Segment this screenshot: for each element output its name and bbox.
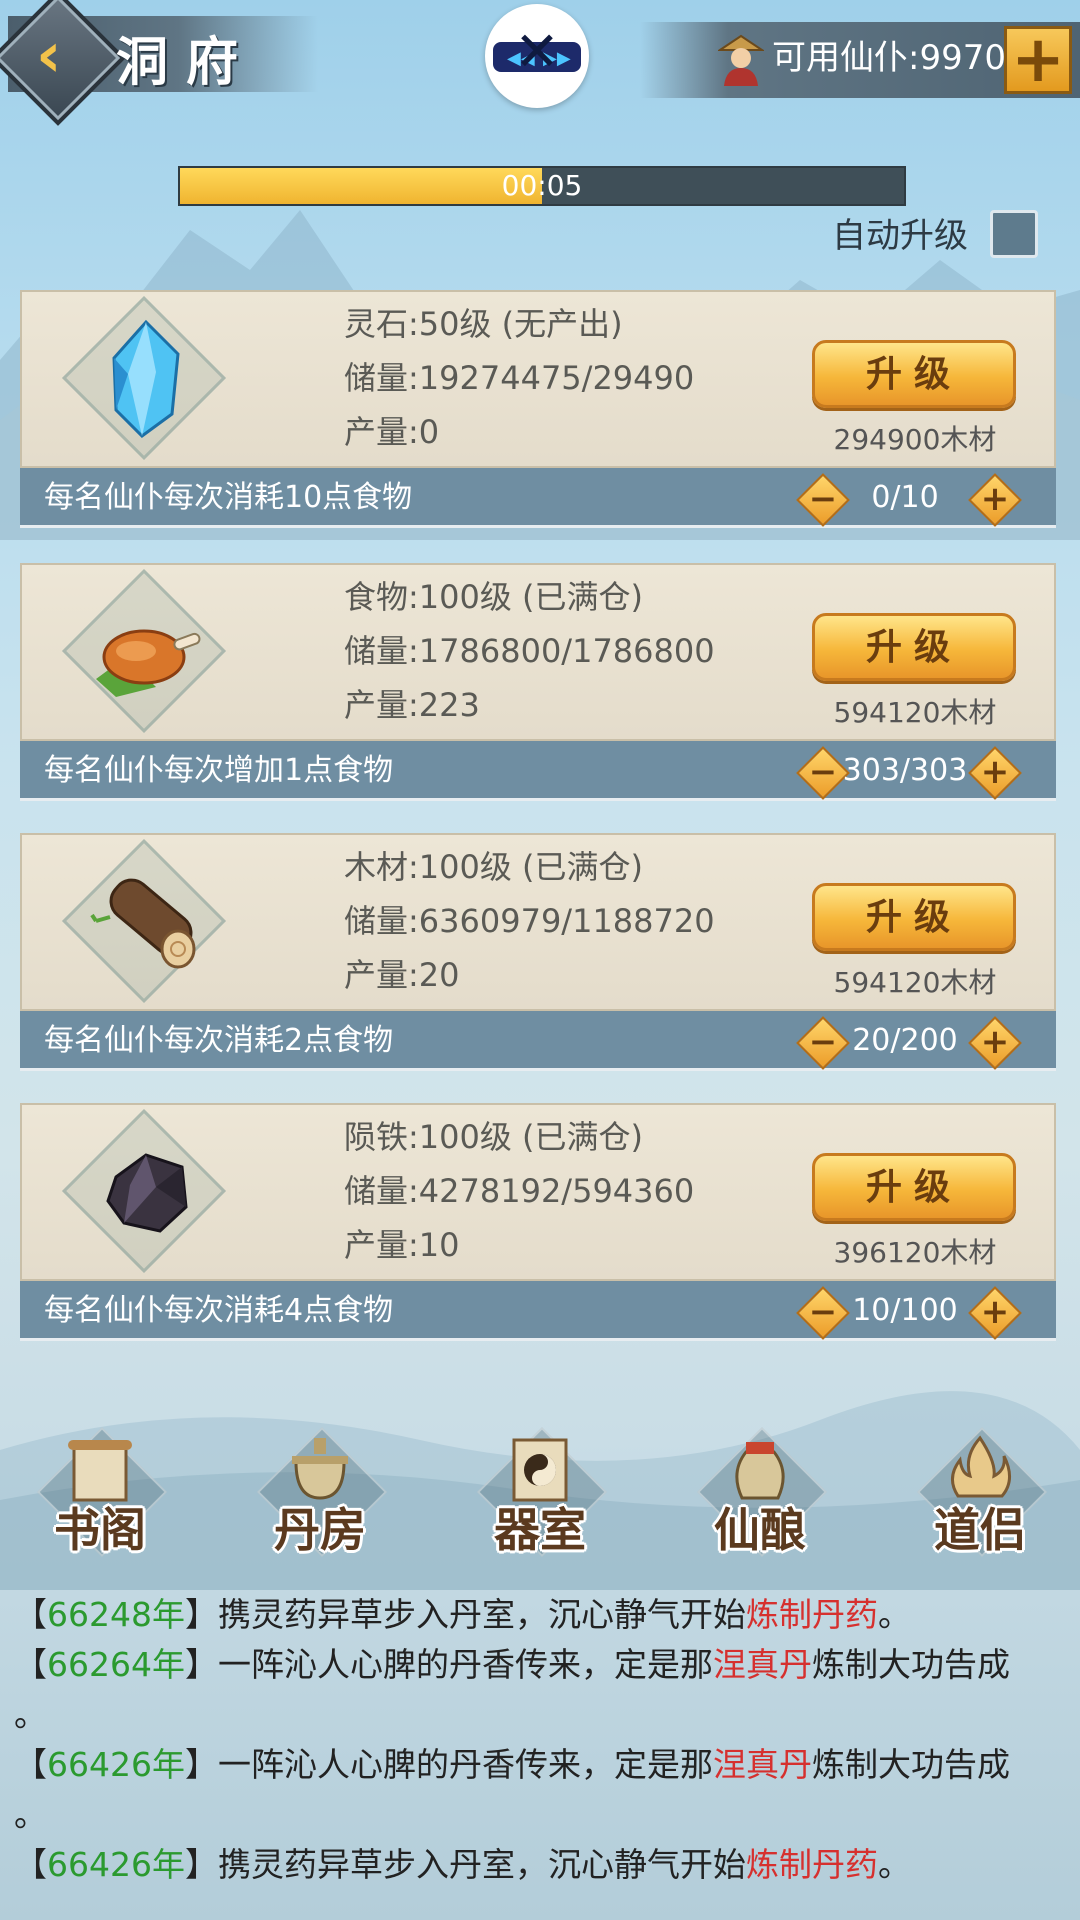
servant-count: 303/303 (842, 753, 968, 788)
log-year: 66426年 (47, 1745, 185, 1784)
log-highlight: 炼制丹药 (745, 1595, 878, 1634)
card-body: 灵石:50级 (无产出) 储量:19274475/29490 产量:0 升级 2… (20, 290, 1056, 468)
allocation-description: 每名仙仆每次消耗2点食物 (44, 1023, 394, 1058)
resource-name-level: 陨铁:100级 (已满仓) (344, 1118, 644, 1156)
upgrade-cost: 294900木材 (833, 423, 997, 456)
servant-allocation-bar: 每名仙仆每次消耗10点食物 − 0/10 + (20, 468, 1056, 528)
building-dao-companion[interactable]: 道侣 (910, 1426, 1050, 1562)
plus-icon: + (980, 752, 1010, 792)
increase-button[interactable]: + (968, 1016, 1022, 1070)
servant-avatar-icon (718, 34, 764, 86)
resource-storage: 储量:4278192/594360 (344, 1172, 695, 1210)
upgrade-cost: 594120木材 (833, 696, 997, 729)
servant-allocation-bar: 每名仙仆每次增加1点食物 − 303/303 + (20, 741, 1056, 801)
minus-icon: − (808, 479, 838, 519)
meteor-iron-icon (106, 1153, 188, 1233)
log-year: 66426年 (47, 1845, 185, 1884)
cross-swords-icon: ✕ (514, 20, 560, 83)
building-library[interactable]: 书阁 (30, 1426, 170, 1562)
auto-upgrade-label: 自动升级 (832, 216, 968, 256)
resource-card-meteor-iron: 陨铁:100级 (已满仓) 储量:4278192/594360 产量:10 升级… (20, 1103, 1056, 1343)
roast-meat-icon (96, 629, 201, 697)
log-entry: 【66426年】一阵沁人心脾的丹香传来，定是那涅真丹炼制大功告成 (14, 1745, 1010, 1784)
building-name: 器室 (494, 1503, 586, 1557)
servant-allocation-bar: 每名仙仆每次消耗4点食物 − 10/100 + (20, 1281, 1056, 1341)
building-name: 丹房 (274, 1503, 366, 1557)
allocation-description: 每名仙仆每次增加1点食物 (44, 753, 394, 788)
resource-storage: 储量:19274475/29490 (344, 359, 695, 397)
plus-icon: + (980, 1292, 1010, 1332)
card-body: 木材:100级 (已满仓) 储量:6360979/1188720 产量:20 升… (20, 833, 1056, 1011)
log-highlight: 涅真丹 (712, 1745, 812, 1784)
top-bar: ‹ 洞府 ◀◀ ▶▶ ✕ 可用仙仆:9970 + (0, 0, 1080, 126)
servant-allocation-bar: 每名仙仆每次消耗2点食物 − 20/200 + (20, 1011, 1056, 1071)
resource-name-level: 木材:100级 (已满仓) (344, 848, 644, 886)
resource-output: 产量:0 (344, 413, 440, 451)
resource-storage: 储量:6360979/1188720 (344, 902, 715, 940)
building-wine-cellar[interactable]: 仙酿 (690, 1426, 830, 1562)
resource-output: 产量:223 (344, 686, 480, 724)
log-entry: 【66426年】携灵药异草步入丹室，沉心静气开始炼制丹药。 (14, 1845, 911, 1884)
building-alchemy-room[interactable]: 丹房 (250, 1426, 390, 1562)
increase-button[interactable]: + (968, 473, 1022, 527)
resource-output: 产量:10 (344, 1226, 460, 1264)
building-name: 道侣 (934, 1503, 1026, 1557)
building-name: 仙酿 (714, 1503, 806, 1557)
log-entry-wrap: 。 (14, 1795, 47, 1834)
log-highlight: 炼制丹药 (745, 1845, 878, 1884)
available-servants-label: 可用仙仆:9970 (772, 38, 1006, 78)
servant-count: 10/100 (852, 1293, 958, 1328)
servant-count: 20/200 (852, 1023, 958, 1058)
minus-icon: − (808, 752, 838, 792)
resource-name-level: 食物:100级 (已满仓) (344, 578, 644, 616)
building-artifact-room[interactable]: 器室 (470, 1426, 610, 1562)
chevron-left-icon[interactable]: ‹ (36, 20, 62, 90)
log-highlight: 涅真丹 (712, 1645, 812, 1684)
increase-button[interactable]: + (968, 1286, 1022, 1340)
progress-timer: 00:05 (501, 169, 583, 202)
log-entry-wrap: 。 (14, 1695, 47, 1734)
log-year: 66264年 (47, 1645, 185, 1684)
card-body: 食物:100级 (已满仓) 储量:1786800/1786800 产量:223 … (20, 563, 1056, 741)
event-log: 【66248年】携灵药异草步入丹室，沉心静气开始炼制丹药。 【66264年】一阵… (14, 1590, 1064, 1890)
upgrade-button[interactable]: 升级 (812, 613, 1016, 681)
page-title: 洞府 (116, 32, 257, 93)
building-name: 书阁 (54, 1503, 146, 1557)
minus-icon: − (808, 1292, 838, 1332)
add-servants-button[interactable]: + (1004, 26, 1072, 94)
allocation-description: 每名仙仆每次消耗4点食物 (44, 1293, 394, 1328)
resource-card-food: 食物:100级 (已满仓) 储量:1786800/1786800 产量:223 … (20, 563, 1056, 803)
plus-icon: + (1011, 23, 1065, 97)
plus-icon: + (980, 479, 1010, 519)
resource-card-spirit-stone: 灵石:50级 (无产出) 储量:19274475/29490 产量:0 升级 2… (20, 290, 1056, 530)
allocation-description: 每名仙仆每次消耗10点食物 (44, 480, 413, 515)
auto-upgrade-checkbox[interactable] (990, 210, 1038, 258)
upgrade-progress-bar: 00:05 (178, 166, 906, 206)
resource-output: 产量:20 (344, 956, 460, 994)
upgrade-cost: 396120木材 (833, 1236, 997, 1269)
game-logo-badge[interactable]: ◀◀ ▶▶ ✕ (485, 4, 589, 108)
upgrade-button[interactable]: 升级 (812, 340, 1016, 408)
log-entry: 【66264年】一阵沁人心脾的丹香传来，定是那涅真丹炼制大功告成 (14, 1645, 1010, 1684)
minus-icon: − (808, 1022, 838, 1062)
spirit-stone-icon (112, 319, 180, 438)
resource-storage: 储量:1786800/1786800 (344, 632, 715, 670)
log-year: 66248年 (47, 1595, 185, 1634)
servant-count: 0/10 (871, 480, 939, 515)
upgrade-button[interactable]: 升级 (812, 1153, 1016, 1221)
upgrade-button[interactable]: 升级 (812, 883, 1016, 951)
resource-card-wood: 木材:100级 (已满仓) 储量:6360979/1188720 产量:20 升… (20, 833, 1056, 1073)
upgrade-cost: 594120木材 (833, 966, 997, 999)
card-body: 陨铁:100级 (已满仓) 储量:4278192/594360 产量:10 升级… (20, 1103, 1056, 1281)
log-entry: 【66248年】携灵药异草步入丹室，沉心静气开始炼制丹药。 (14, 1595, 911, 1634)
plus-icon: + (980, 1022, 1010, 1062)
resource-name-level: 灵石:50级 (无产出) (344, 305, 623, 343)
wood-log-icon (90, 878, 196, 969)
increase-button[interactable]: + (968, 746, 1022, 800)
